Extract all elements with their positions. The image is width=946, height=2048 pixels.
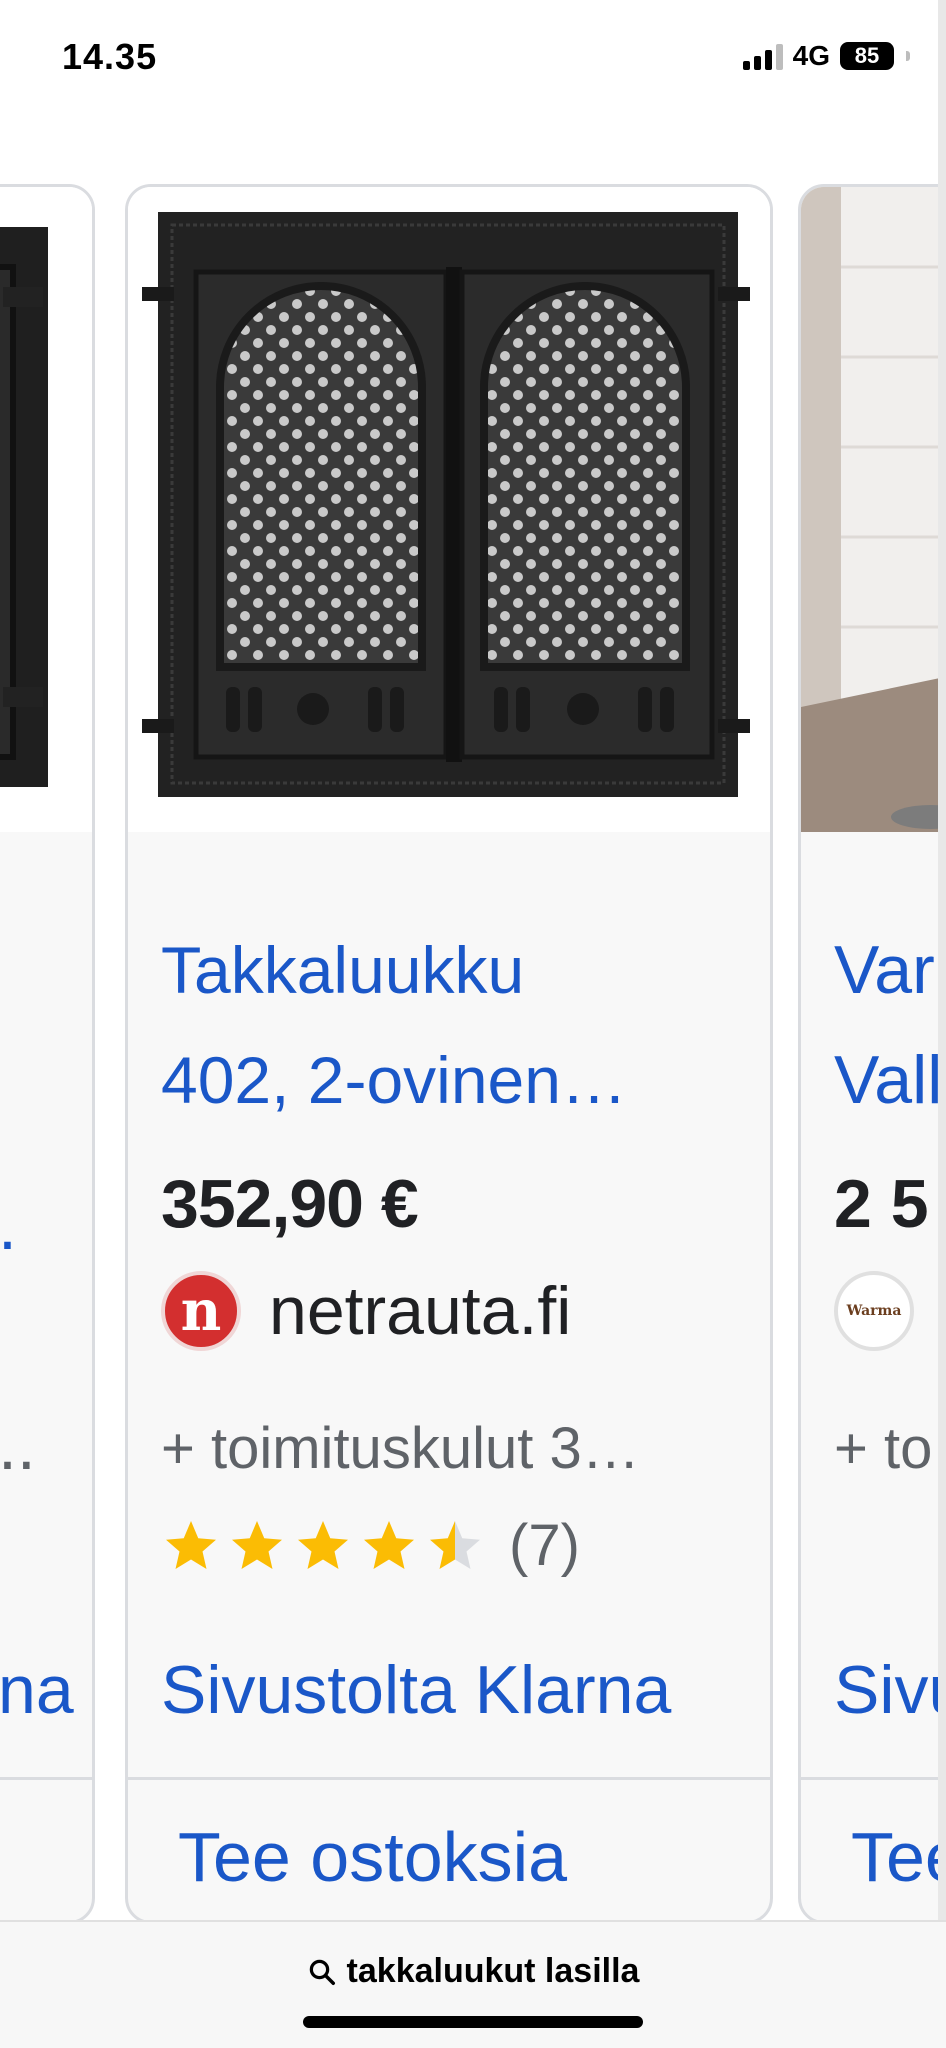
left-title-fragment[interactable]: . (0, 1187, 17, 1265)
shipping-cost: + toimituskulut 3… (161, 1416, 640, 1481)
star-full-icon (364, 1520, 414, 1569)
star-full-icon (232, 1520, 282, 1569)
product-image-left[interactable] (0, 187, 92, 832)
product-title[interactable]: Takkaluukku 402, 2-ovinen… (161, 915, 721, 1135)
review-count[interactable]: (7) (509, 1512, 580, 1579)
status-time: 14.35 (62, 36, 158, 77)
right-title-line2[interactable]: Vall (834, 1025, 942, 1135)
battery-level: 85 (854, 43, 880, 68)
right-shipping: + to (834, 1416, 933, 1481)
search-query[interactable]: takkaluukut lasilla (347, 1952, 640, 1991)
product-image-right[interactable] (801, 187, 946, 832)
rating-row[interactable]: (7) (161, 1512, 580, 1579)
klarna-link[interactable]: Sivustolta Klarna (161, 1651, 671, 1729)
product-image-main[interactable] (128, 187, 770, 832)
star-full-icon (166, 1520, 216, 1569)
fireplace-door-image (0, 187, 92, 832)
search-pill[interactable]: takkaluukut lasilla (0, 1952, 946, 1991)
card-divider (0, 1777, 92, 1780)
left-klarna-fragment[interactable]: na (0, 1651, 74, 1729)
star-half-icon (430, 1520, 480, 1569)
right-klarna-fragment[interactable]: Sivu (834, 1651, 946, 1729)
product-price: 352,90 € (161, 1166, 419, 1242)
product-carousel[interactable]: . .. na (0, 184, 946, 1924)
fireplace-door-image (128, 187, 770, 832)
store-row[interactable]: n netrauta.fi (161, 1271, 571, 1351)
store-logo-icon: n (161, 1271, 241, 1351)
status-bar: 14.35 4G 85 (0, 0, 946, 120)
network-label: 4G (792, 40, 830, 71)
status-indicators: 4G 85 (742, 40, 910, 72)
product-card-main[interactable]: Takkaluukku 402, 2-ovinen… 352,90 € n ne… (125, 184, 773, 1924)
bottom-search-bar[interactable]: takkaluukut lasilla (0, 1920, 946, 2048)
product-card-right[interactable]: Var Vall 2 5 Warma + to Sivu Tee (798, 184, 946, 1924)
product-title-line1[interactable]: Takkaluukku (161, 915, 721, 1025)
shop-button[interactable]: Tee ostoksia (178, 1817, 567, 1897)
battery-icon: 85 (840, 42, 894, 70)
home-indicator[interactable] (303, 2016, 643, 2028)
card-divider (801, 1777, 946, 1780)
card-divider (128, 1777, 770, 1780)
store-name[interactable]: netrauta.fi (269, 1272, 571, 1350)
product-card-left[interactable]: . .. na (0, 184, 95, 1924)
left-shipping-fragment: .. (0, 1408, 36, 1484)
room-photo-image (801, 187, 946, 832)
warma-logo-text: Warma (846, 1303, 902, 1319)
search-icon (309, 1959, 335, 1985)
warma-logo-icon: Warma (834, 1271, 914, 1351)
signal-icon (742, 42, 783, 70)
product-title-line2[interactable]: 402, 2-ovinen… (161, 1025, 721, 1135)
right-title-line1[interactable]: Var (834, 915, 935, 1025)
star-full-icon (298, 1520, 348, 1569)
right-price: 2 5 (834, 1166, 929, 1242)
right-edge-strip (938, 0, 946, 2048)
right-shop-fragment[interactable]: Tee (851, 1817, 946, 1897)
battery-tip (906, 51, 910, 61)
